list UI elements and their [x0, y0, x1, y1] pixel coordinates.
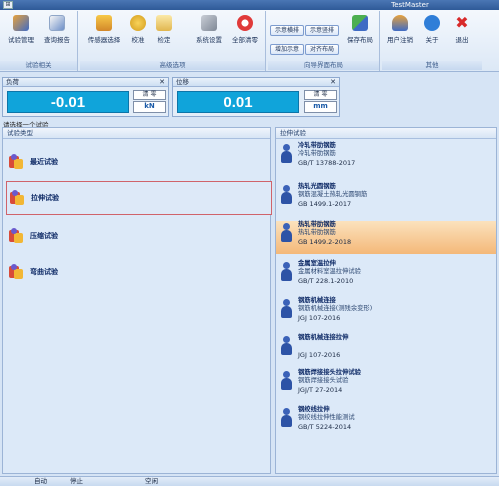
group-label: 其他 — [382, 61, 482, 70]
test-manage-button[interactable]: 试验管理 — [4, 15, 38, 44]
calibrate-icon — [130, 15, 146, 31]
group-label: 高级选项 — [80, 61, 265, 70]
ribbon-group-test: 试验管理 查询报告 试验相关 — [0, 11, 78, 71]
group-label: 试验相关 — [0, 61, 77, 70]
standard-item[interactable]: 冷轧带肋钢筋 冷轧带肋钢筋 GB/T 13788-2017 — [276, 142, 496, 176]
standard-item[interactable]: 钢筋机械连接 钢筋机械连接(测残余变形) JGJ 107-2016 — [276, 297, 496, 331]
person-icon — [280, 185, 292, 205]
calibrate-button[interactable]: 校准 — [126, 15, 150, 44]
lifebuoy-icon — [237, 15, 253, 31]
add-diagram-button[interactable]: 增加示意 — [270, 44, 304, 55]
ribbon-group-layout: 示意横排 示意竖排 增加示意 对齐布局 保存布局 向导界面布局 — [268, 11, 380, 71]
layout-vertical-button[interactable]: 示意竖排 — [305, 25, 339, 36]
save-layout-icon — [352, 15, 368, 31]
category-compression[interactable]: 压缩试验 — [6, 219, 272, 253]
standard-item[interactable]: 钢筋机械连接拉伸 JGJ 107-2016 — [276, 334, 496, 368]
test-category-icon — [8, 154, 24, 170]
verify-icon — [156, 15, 172, 31]
standard-item-selected[interactable]: 热轧带肋钢筋 热轧带肋钢筋 GB 1499.2-2018 — [276, 221, 496, 254]
ribbon-group-advanced: 传感器选择 校准 检定 系统设置 全部清零 高级选项 — [80, 11, 266, 71]
status-idle: 空闲 — [145, 477, 158, 485]
person-icon — [280, 299, 292, 319]
query-report-button[interactable]: 查询报告 — [40, 15, 74, 44]
load-readout: -0.01 — [7, 91, 129, 113]
load-panel-title: 负荷 — [6, 78, 19, 86]
ribbon: 试验管理 查询报告 试验相关 传感器选择 校准 检定 系统设置 全部清零 高级选 — [0, 10, 499, 72]
user-icon — [392, 15, 408, 31]
report-icon — [49, 15, 65, 31]
load-clear-button[interactable]: 清 零 — [133, 90, 166, 100]
speech-bubble-icon — [424, 15, 440, 31]
app-icon[interactable]: ⊞ — [3, 1, 13, 9]
standard-item[interactable]: 钢筋焊接接头拉伸试验 钢筋焊接接头试验 JGJ/T 27-2014 — [276, 369, 496, 403]
save-layout-button[interactable]: 保存布局 — [342, 15, 378, 44]
person-icon — [280, 408, 292, 428]
displacement-panel-title: 位移 — [176, 78, 189, 86]
person-icon — [280, 371, 292, 391]
person-icon — [280, 262, 292, 282]
sensor-select-button[interactable]: 传感器选择 — [84, 15, 124, 44]
person-icon — [280, 144, 292, 164]
standards-panel: 拉伸试验 冷轧带肋钢筋 冷轧带肋钢筋 GB/T 13788-2017 热轧光圆钢… — [275, 127, 497, 474]
category-bending[interactable]: 弯曲试验 — [6, 255, 272, 289]
status-bar: 自动 停止 空闲 — [0, 476, 499, 486]
window-title: TestMaster — [391, 1, 429, 9]
close-icon: ✖ — [455, 13, 469, 32]
standard-item[interactable]: 钢绞线拉伸 钢绞线拉伸性能测试 GB/T 5224-2014 — [276, 406, 496, 440]
load-unit: kN — [133, 101, 166, 113]
category-tensile[interactable]: 拉伸试验 — [6, 181, 272, 215]
wrench-icon — [201, 15, 217, 31]
test-manage-icon — [13, 15, 29, 31]
displacement-panel: 位移 ✕ 0.01 清 零 mm — [172, 77, 340, 117]
title-bar: ⊞ TestMaster — [0, 0, 499, 10]
close-icon[interactable]: ✕ — [159, 78, 165, 87]
system-settings-button[interactable]: 系统设置 — [192, 15, 226, 44]
test-category-icon — [8, 264, 24, 280]
person-icon — [280, 336, 292, 356]
close-icon[interactable]: ✕ — [330, 78, 336, 87]
logout-button[interactable]: 用户注销 — [384, 15, 416, 44]
test-category-icon — [9, 190, 25, 206]
align-layout-button[interactable]: 对齐布局 — [305, 44, 339, 55]
sensor-icon — [96, 15, 112, 31]
layout-horizontal-button[interactable]: 示意横排 — [270, 25, 304, 36]
test-type-header: 试验类型 — [3, 128, 270, 139]
category-recent[interactable]: 最近试验 — [6, 145, 272, 179]
test-category-icon — [8, 228, 24, 244]
displacement-clear-button[interactable]: 清 零 — [304, 90, 337, 100]
displacement-unit: mm — [304, 101, 337, 113]
displacement-readout: 0.01 — [177, 91, 299, 113]
ribbon-group-other: 用户注销 关于 ✖ 退出 其他 — [382, 11, 482, 71]
standard-item[interactable]: 热轧光圆钢筋 钢筋混凝土热轧光圆钢筋 GB 1499.1-2017 — [276, 183, 496, 217]
about-button[interactable]: 关于 — [418, 15, 446, 44]
status-state: 停止 — [70, 477, 83, 485]
person-icon — [280, 223, 292, 243]
standard-item[interactable]: 金属室温拉伸 金属材料室温拉伸试验 GB/T 228.1-2010 — [276, 260, 496, 294]
clear-all-button[interactable]: 全部清零 — [228, 15, 262, 44]
status-mode: 自动 — [34, 477, 47, 485]
group-label: 向导界面布局 — [268, 61, 379, 70]
exit-button[interactable]: ✖ 退出 — [448, 13, 476, 45]
verify-button[interactable]: 检定 — [152, 15, 176, 44]
test-type-panel: 试验类型 最近试验 拉伸试验 压缩试验 弯曲试验 — [2, 127, 272, 474]
load-panel: 负荷 ✕ -0.01 清 零 kN — [2, 77, 169, 117]
standards-header: 拉伸试验 — [276, 128, 496, 139]
